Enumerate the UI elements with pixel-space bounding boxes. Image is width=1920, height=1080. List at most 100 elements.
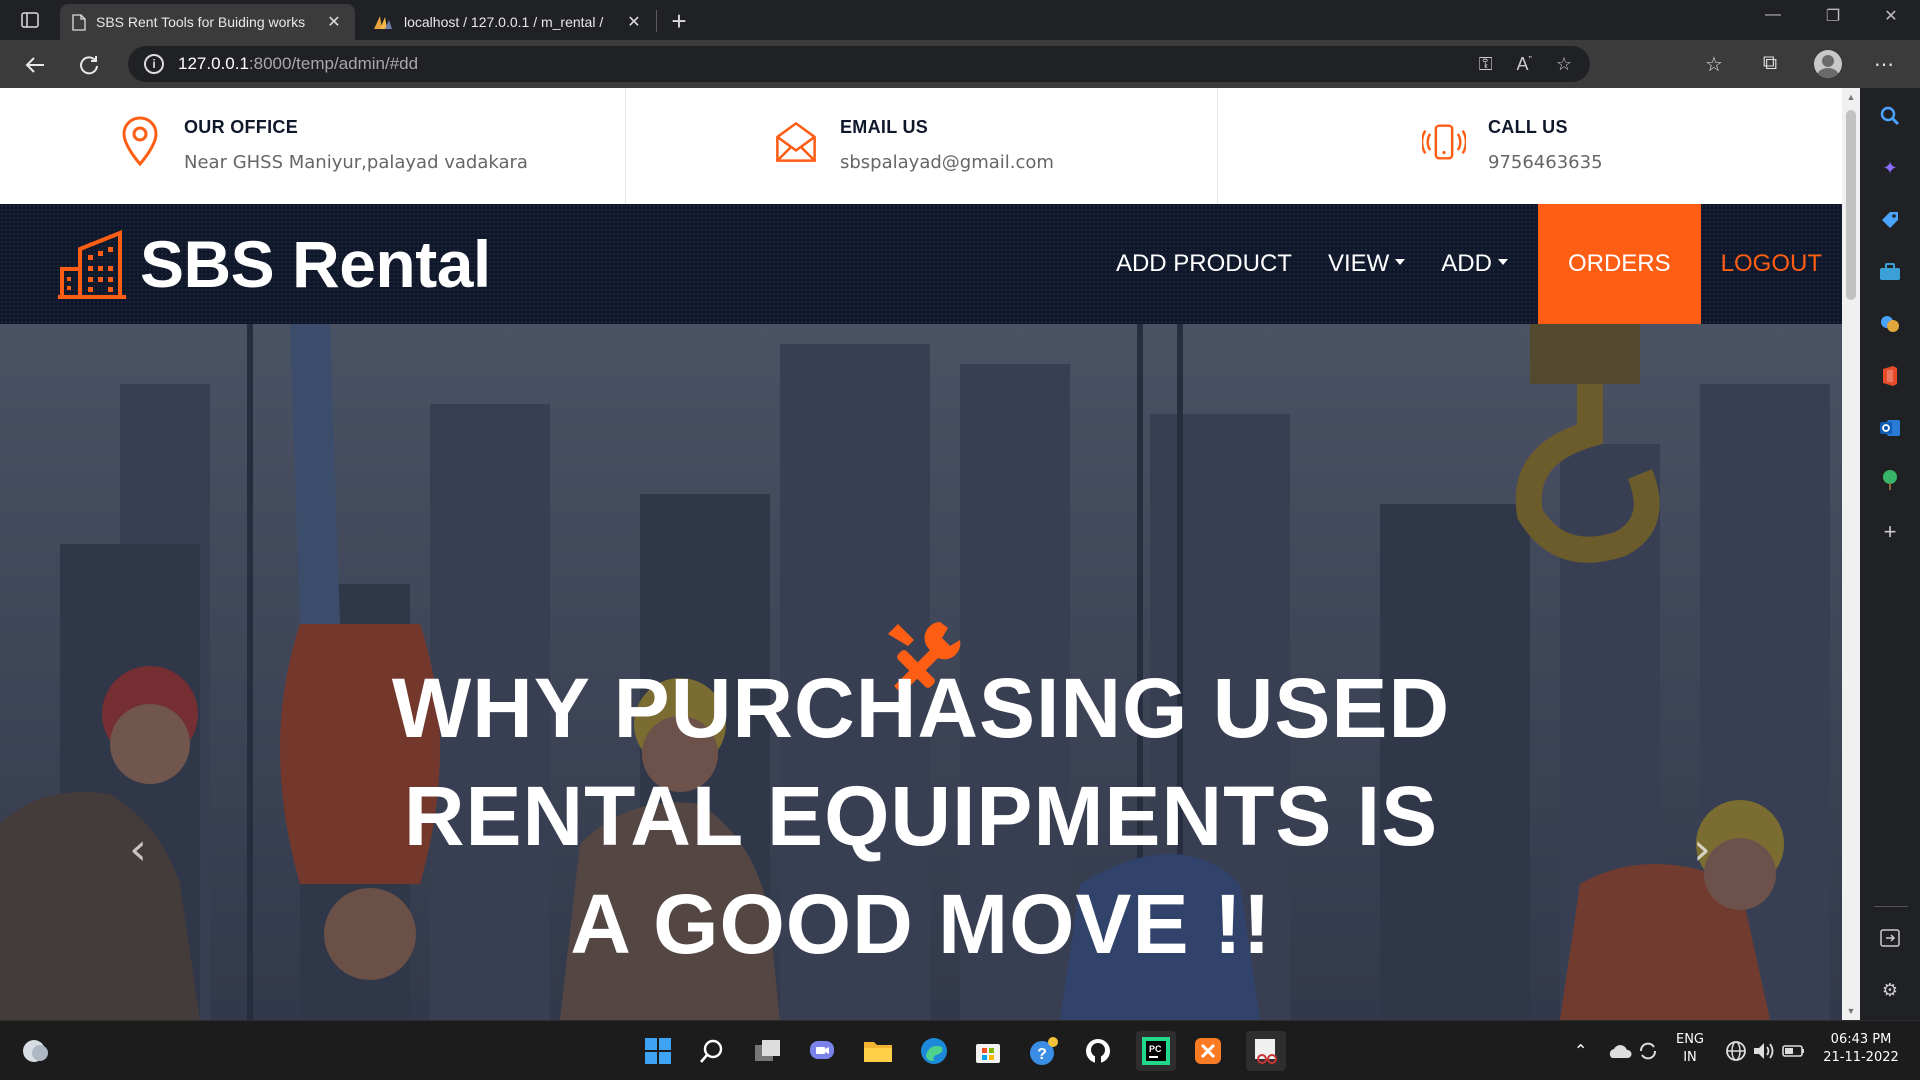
call-info: CALL US 9756463635	[1218, 88, 1842, 204]
page-scrollbar[interactable]: ▲ ▼	[1842, 88, 1860, 1020]
profile-avatar[interactable]	[1814, 50, 1842, 78]
email-address: sbspalayad@gmail.com	[840, 152, 1054, 173]
language-primary: ENG	[1675, 1032, 1704, 1047]
nav-add-label: ADD	[1441, 250, 1492, 277]
task-view-icon[interactable]	[752, 1035, 784, 1067]
caret-down-icon	[1497, 259, 1508, 265]
show-hidden-icons[interactable]: ⌃	[1574, 1041, 1587, 1060]
drop-tree-icon[interactable]	[1878, 468, 1902, 492]
address-bar-actions: ⚿ A” ☆	[1479, 54, 1572, 75]
chevron-right-icon: ›	[1693, 824, 1711, 875]
contact-info-bar: OUR OFFICE Near GHSS Maniyur,palayad vad…	[0, 88, 1842, 204]
more-options-icon[interactable]: ⋯	[1870, 52, 1898, 77]
tab-phpmyadmin[interactable]: localhost / 127.0.0.1 / m_rental / ✕	[360, 4, 655, 40]
help-icon[interactable]: ?	[1028, 1035, 1060, 1067]
volume-icon[interactable]	[1748, 1035, 1780, 1067]
main-navbar: SBS Rental ADD PRODUCT VIEW ADD ORDERS L…	[0, 204, 1842, 324]
refresh-icon[interactable]	[74, 50, 104, 80]
start-icon[interactable]	[642, 1035, 674, 1067]
url-host: 127.0.0.1	[178, 54, 249, 73]
tab-actions-icon[interactable]	[14, 8, 46, 32]
github-icon[interactable]	[1082, 1035, 1114, 1067]
brand-logo[interactable]: SBS Rental	[58, 226, 491, 302]
hide-sidebar-icon[interactable]	[1878, 926, 1902, 950]
nav-orders-label: ORDERS	[1567, 250, 1671, 277]
browser-sidebar: ✦ + ⚙	[1860, 88, 1920, 1020]
weather-icon[interactable]	[20, 1035, 52, 1067]
windows-taskbar: ? PC ⌃ ENG IN 06:43 PM 21-11-2022	[0, 1020, 1920, 1080]
carousel-next-button[interactable]: ›	[1672, 824, 1732, 875]
clock[interactable]: 06:43 PM 21-11-2022	[1816, 1031, 1906, 1067]
close-tab-icon[interactable]: ✕	[625, 12, 643, 32]
scroll-up-icon[interactable]: ▲	[1845, 92, 1857, 102]
nav-orders[interactable]: ORDERS	[1537, 204, 1701, 324]
page-viewport: OUR OFFICE Near GHSS Maniyur,palayad vad…	[0, 88, 1842, 1020]
nav-add-dropdown[interactable]: ADD	[1423, 204, 1526, 324]
sync-icon[interactable]	[1632, 1035, 1664, 1067]
close-tab-icon[interactable]: ✕	[325, 12, 343, 32]
search-taskbar-icon[interactable]	[696, 1035, 728, 1067]
url-path: :8000/temp/admin/#dd	[248, 54, 419, 73]
collections-icon[interactable]: ⧉	[1756, 52, 1784, 75]
scroll-down-icon[interactable]: ▼	[1845, 1006, 1857, 1016]
clock-time: 06:43 PM	[1830, 1032, 1892, 1047]
language-secondary: IN	[1683, 1050, 1697, 1065]
building-icon	[58, 230, 126, 299]
window-close-icon[interactable]: ✕	[1868, 6, 1914, 26]
tab-sbs-rent[interactable]: SBS Rent Tools for Buiding works ✕	[60, 4, 355, 40]
add-favorite-icon[interactable]: ☆	[1556, 54, 1572, 75]
caret-down-icon	[1395, 259, 1406, 265]
new-tab-icon[interactable]: +	[664, 6, 694, 37]
nav-add-product-label: ADD PRODUCT	[1115, 250, 1292, 277]
site-info-icon[interactable]: i	[144, 54, 164, 74]
battery-icon[interactable]	[1778, 1035, 1810, 1067]
file-explorer-icon[interactable]	[862, 1035, 894, 1067]
scrollbar-thumb[interactable]	[1846, 110, 1856, 300]
carousel-prev-button[interactable]: ‹	[108, 824, 168, 875]
nav-logout[interactable]: LOGOUT	[1701, 204, 1842, 324]
hero-carousel: WHY PURCHASING USED RENTAL EQUIPMENTS IS…	[0, 324, 1842, 1020]
page-icon	[72, 13, 86, 31]
nav-menu: ADD PRODUCT VIEW ADD ORDERS LOGOUT	[1098, 204, 1842, 324]
address-bar[interactable]: i 127.0.0.1:8000/temp/admin/#dd ⚿ A” ☆	[128, 46, 1590, 82]
edge-browser-icon[interactable]	[918, 1035, 950, 1067]
clock-date: 21-11-2022	[1823, 1050, 1899, 1065]
tab-title: localhost / 127.0.0.1 / m_rental /	[404, 14, 604, 30]
minimize-icon[interactable]: —	[1750, 6, 1796, 24]
hero-heading: WHY PURCHASING USED RENTAL EQUIPMENTS IS…	[391, 661, 1451, 971]
phone-vibrate-icon	[1422, 124, 1466, 160]
svg-text:PC: PC	[1149, 1044, 1162, 1054]
tab-title: SBS Rent Tools for Buiding works	[96, 14, 306, 30]
language-indicator[interactable]: ENG IN	[1670, 1031, 1710, 1067]
games-icon[interactable]	[1878, 312, 1902, 336]
nav-view-dropdown[interactable]: VIEW	[1310, 204, 1423, 324]
phpmyadmin-icon	[374, 16, 392, 29]
xampp-icon[interactable]	[1192, 1035, 1224, 1067]
nav-add-product[interactable]: ADD PRODUCT	[1098, 204, 1310, 324]
add-sidebar-app-icon[interactable]: +	[1878, 519, 1902, 544]
store-icon[interactable]	[972, 1035, 1004, 1067]
chevron-left-icon: ‹	[129, 824, 147, 875]
svg-text:?: ?	[1037, 1046, 1047, 1063]
shopping-tag-icon[interactable]	[1878, 208, 1902, 232]
restore-icon[interactable]: ❐	[1810, 6, 1856, 26]
teams-chat-icon[interactable]	[806, 1035, 838, 1067]
tools-briefcase-icon[interactable]	[1878, 260, 1902, 284]
copilot-icon[interactable]: ✦	[1878, 156, 1902, 180]
key-icon[interactable]: ⚿	[1479, 54, 1493, 75]
office-icon[interactable]	[1878, 364, 1902, 388]
gear-icon[interactable]: ⚙	[1878, 978, 1902, 1002]
pycharm-icon[interactable]: PC	[1136, 1031, 1176, 1071]
tab-separator	[656, 10, 657, 32]
hero-content: WHY PURCHASING USED RENTAL EQUIPMENTS IS…	[0, 614, 1842, 978]
outlook-icon[interactable]	[1878, 416, 1902, 440]
back-icon[interactable]	[20, 50, 50, 80]
read-aloud-icon[interactable]: A”	[1517, 54, 1532, 75]
office-info: OUR OFFICE Near GHSS Maniyur,palayad vad…	[0, 88, 626, 204]
phone-number: 9756463635	[1488, 152, 1603, 173]
call-title: CALL US	[1488, 117, 1568, 137]
search-icon[interactable]	[1878, 104, 1902, 128]
favorites-icon[interactable]: ☆	[1700, 52, 1728, 77]
office-address: Near GHSS Maniyur,palayad vadakara	[184, 152, 528, 173]
snipping-tool-icon[interactable]	[1246, 1031, 1286, 1071]
